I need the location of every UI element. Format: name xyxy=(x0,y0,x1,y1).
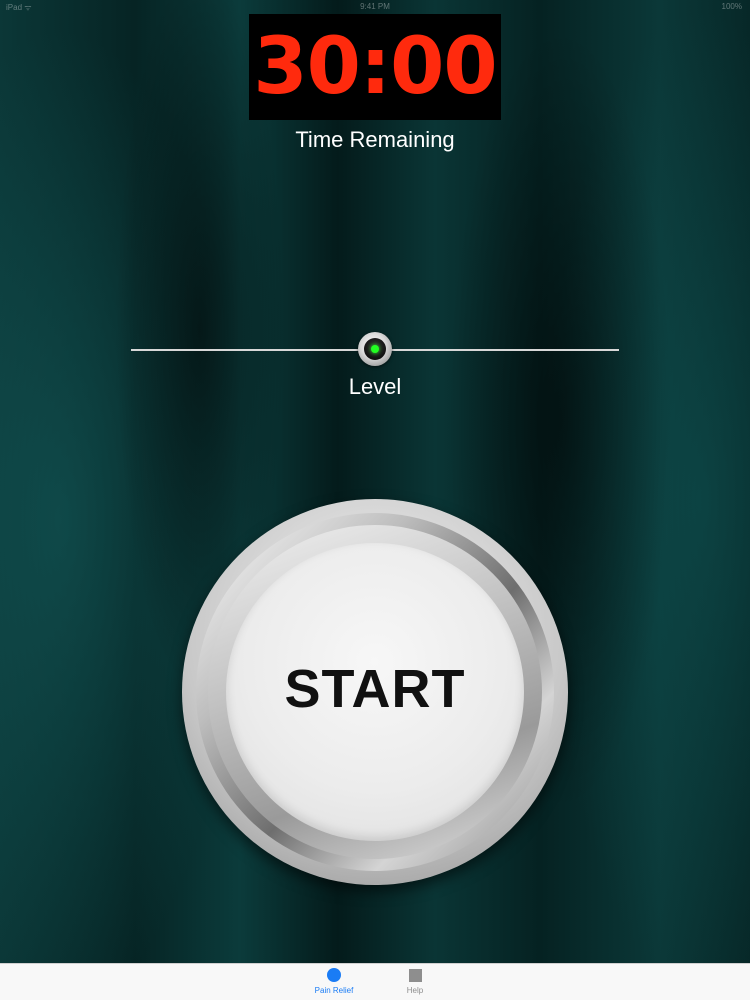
tab-label: Pain Relief xyxy=(314,986,354,995)
battery-level: 100% xyxy=(721,2,742,11)
app-screen: iPad ᯤ 9:41 PM 100% 30:00 Time Remaining… xyxy=(0,0,750,1000)
slider-thumb[interactable] xyxy=(358,332,392,366)
tab-pain-relief[interactable]: Pain Relief xyxy=(299,968,369,995)
level-label: Level xyxy=(348,374,402,399)
tab-help[interactable]: Help xyxy=(380,968,450,995)
square-icon xyxy=(408,969,422,982)
start-button-label: START xyxy=(284,659,466,719)
status-clock: 9:41 PM xyxy=(360,2,390,11)
start-button-face[interactable]: START xyxy=(226,543,524,841)
indicator-led-icon xyxy=(371,345,379,353)
time-remaining-value: 30:00 xyxy=(253,22,497,112)
start-button-ring: START xyxy=(196,513,554,871)
circle-icon xyxy=(327,968,341,982)
level-slider[interactable] xyxy=(131,330,619,370)
start-button[interactable]: START xyxy=(182,499,568,885)
tab-bar: Pain Relief Help xyxy=(0,963,750,1000)
status-bar: iPad ᯤ 9:41 PM 100% xyxy=(0,0,750,14)
start-button-rim: START xyxy=(208,525,542,859)
tab-label: Help xyxy=(406,986,424,995)
time-remaining-label: Time Remaining xyxy=(295,127,455,152)
slider-thumb-center xyxy=(364,338,386,360)
timer-display: 30:00 xyxy=(249,14,501,120)
